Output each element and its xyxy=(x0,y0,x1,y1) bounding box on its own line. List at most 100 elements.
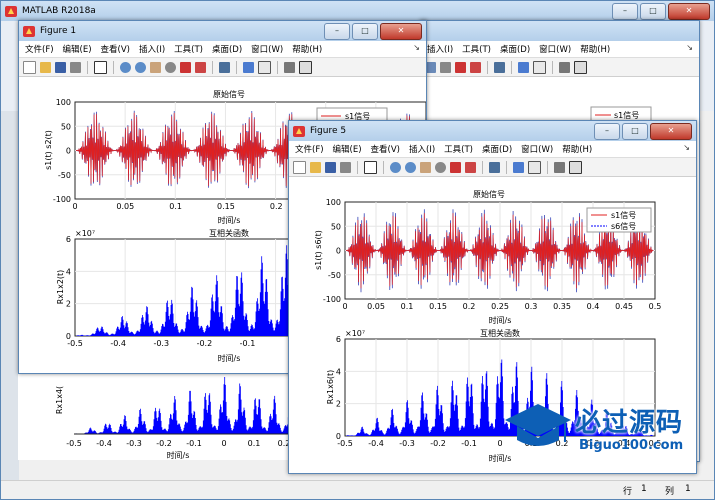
menu-tools[interactable]: 工具(T) xyxy=(174,43,203,55)
brush-icon[interactable] xyxy=(470,61,481,73)
dock-icon[interactable] xyxy=(569,160,582,174)
figure1-minimize-button[interactable]: – xyxy=(324,23,350,40)
menu-insert[interactable]: 插入(I) xyxy=(409,143,435,155)
menu-help[interactable]: 帮助(H) xyxy=(292,43,322,55)
figure1-maximize-button[interactable]: □ xyxy=(352,23,378,40)
hide-tools-icon[interactable] xyxy=(284,61,295,73)
colorbar-icon[interactable] xyxy=(243,61,254,73)
hide-tools-icon[interactable] xyxy=(559,61,570,73)
figure5-bottom-ytick: 6 xyxy=(336,335,341,344)
save-icon[interactable] xyxy=(325,161,336,173)
save-icon[interactable] xyxy=(55,61,66,73)
zoom-in-icon[interactable] xyxy=(390,161,401,173)
menu-help[interactable]: 帮助(H) xyxy=(562,143,592,155)
dock-icon[interactable] xyxy=(299,60,312,74)
menu-edit[interactable]: 编辑(E) xyxy=(333,143,362,155)
hide-tools-icon[interactable] xyxy=(554,161,565,173)
menu-file[interactable]: 文件(F) xyxy=(25,43,54,55)
data-cursor-icon[interactable] xyxy=(450,161,461,173)
new-figure-icon[interactable] xyxy=(293,160,306,174)
new-figure-icon[interactable] xyxy=(23,60,36,74)
figure5-top-xtick: 0.1 xyxy=(401,302,414,311)
data-cursor-icon[interactable] xyxy=(455,61,466,73)
zoom-out-icon[interactable] xyxy=(135,61,146,73)
data-cursor-icon[interactable] xyxy=(180,61,191,73)
legend-icon[interactable] xyxy=(258,60,271,74)
pan-icon[interactable] xyxy=(420,161,431,173)
legend-icon[interactable] xyxy=(533,60,546,74)
menu-insert[interactable]: 插入(I) xyxy=(427,43,453,55)
link-icon[interactable] xyxy=(489,161,500,173)
figure5-top-ytick: 0 xyxy=(336,247,341,256)
figure5-bottom-xtick: -0.1 xyxy=(461,439,477,448)
figure5-bottom-exponent: ×10⁷ xyxy=(345,329,365,338)
background-lower-xtick: 0.1 xyxy=(248,439,261,448)
menu-view[interactable]: 查看(V) xyxy=(101,43,130,55)
figure5-titlebar[interactable]: Figure 5 – □ ✕ xyxy=(289,121,696,141)
figure5-bottom-xtick: 0 xyxy=(497,439,502,448)
figure5-bottom-ylabel: Rx1x6(t) xyxy=(326,370,335,405)
menu-help[interactable]: 帮助(H) xyxy=(580,43,610,55)
menu-window[interactable]: 窗口(W) xyxy=(539,43,571,55)
colorbar-icon[interactable] xyxy=(518,61,529,73)
close-button[interactable]: ✕ xyxy=(668,3,710,20)
background-lower-xtick: -0.4 xyxy=(96,439,112,448)
open-icon[interactable] xyxy=(40,61,51,73)
select-arrow-icon[interactable] xyxy=(94,60,107,74)
rotate-icon[interactable] xyxy=(435,161,446,173)
figure5-top-ytick: -100 xyxy=(323,295,341,304)
figure5-maximize-button[interactable]: □ xyxy=(622,123,648,140)
figure1-titlebar[interactable]: Figure 1 – □ ✕ xyxy=(19,21,426,41)
zoom-out-icon[interactable] xyxy=(405,161,416,173)
select-arrow-icon[interactable] xyxy=(364,160,377,174)
figure5-minimize-button[interactable]: – xyxy=(594,123,620,140)
brush-icon[interactable] xyxy=(465,161,476,173)
menu-dock-icon[interactable]: ↘ xyxy=(686,43,693,52)
menu-window[interactable]: 窗口(W) xyxy=(521,143,553,155)
open-icon[interactable] xyxy=(310,161,321,173)
menu-dock-icon[interactable]: ↘ xyxy=(413,43,420,52)
legend-icon[interactable] xyxy=(528,160,541,174)
link-icon[interactable] xyxy=(494,61,505,73)
menu-view[interactable]: 查看(V) xyxy=(371,143,400,155)
menu-tools[interactable]: 工具(T) xyxy=(462,43,491,55)
link-icon[interactable] xyxy=(219,61,230,73)
matlab-titlebar[interactable]: MATLAB R2018a – □ ✕ xyxy=(1,1,714,21)
figure1-close-button[interactable]: ✕ xyxy=(380,23,422,40)
menu-insert[interactable]: 插入(I) xyxy=(139,43,165,55)
figure5-bottom-xtick: -0.3 xyxy=(399,439,415,448)
figure1-bottom-title: 互相关函数 xyxy=(209,228,249,238)
colorbar-icon[interactable] xyxy=(513,161,524,173)
figure5-legend-s1: s1信号 xyxy=(611,210,636,220)
menu-dock-icon[interactable]: ↘ xyxy=(683,143,690,152)
rotate-icon[interactable] xyxy=(440,61,451,73)
figure5-bottom-xtick: -0.4 xyxy=(368,439,384,448)
figure5-bottom-title: 互相关函数 xyxy=(480,328,520,338)
minimize-button[interactable]: – xyxy=(612,3,638,20)
menu-file[interactable]: 文件(F) xyxy=(295,143,324,155)
menu-edit[interactable]: 编辑(E) xyxy=(63,43,92,55)
figure5-top-ylabel: s1(t) s6(t) xyxy=(314,230,323,270)
maximize-button[interactable]: □ xyxy=(640,3,666,20)
figure1-top-xtick: 0.1 xyxy=(169,202,182,211)
figure5-top-xticks: 0 0.05 0.1 0.15 0.2 0.25 0.3 0.35 0.4 0.45 0.5 xyxy=(342,302,661,311)
pan-icon[interactable] xyxy=(150,61,161,73)
dock-icon[interactable] xyxy=(574,60,587,74)
brush-icon[interactable] xyxy=(195,61,206,73)
menu-desktop[interactable]: 桌面(D) xyxy=(212,43,242,55)
figure1-toolbar xyxy=(19,58,426,77)
menu-tools[interactable]: 工具(T) xyxy=(444,143,473,155)
rotate-icon[interactable] xyxy=(165,61,176,73)
figure1-bottom-ytick: 0 xyxy=(66,332,71,341)
figure5-close-button[interactable]: ✕ xyxy=(650,123,692,140)
figure1-top-xtick: 0 xyxy=(72,202,77,211)
figure5-bottom-ytick: 2 xyxy=(336,400,341,409)
menu-desktop[interactable]: 桌面(D) xyxy=(500,43,530,55)
background-figure-titlebar xyxy=(421,21,699,41)
menu-window[interactable]: 窗口(W) xyxy=(251,43,283,55)
print-icon[interactable] xyxy=(340,161,351,173)
figure1-top-yticks: 100 50 0 -50 -100 xyxy=(53,98,71,204)
menu-desktop[interactable]: 桌面(D) xyxy=(482,143,512,155)
print-icon[interactable] xyxy=(70,61,81,73)
zoom-in-icon[interactable] xyxy=(120,61,131,73)
